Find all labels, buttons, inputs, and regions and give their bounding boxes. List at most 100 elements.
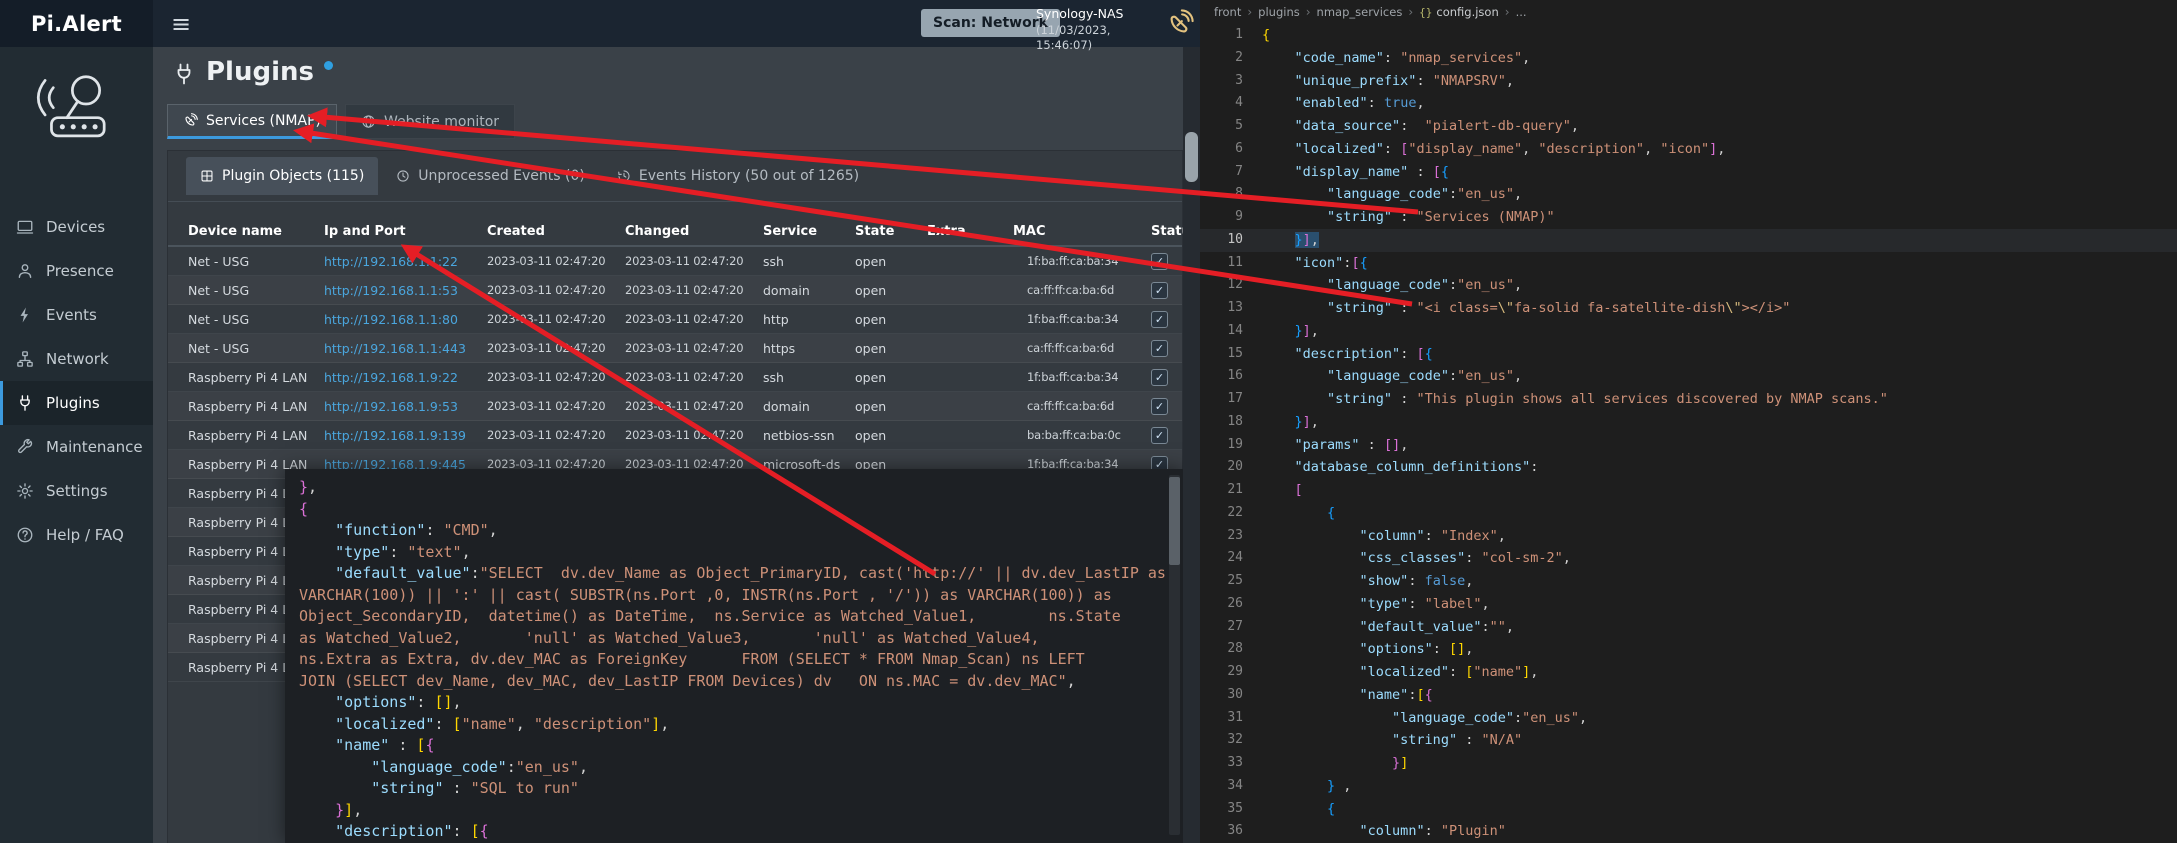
editor-line[interactable]: 7 "display_name" : [{ <box>1200 161 2177 184</box>
editor-line[interactable]: 29 "localized": ["name"], <box>1200 661 2177 684</box>
ip-port-link[interactable]: http://192.168.1.9:53 <box>324 399 458 414</box>
ip-port-link[interactable]: http://192.168.1.9:139 <box>324 428 466 443</box>
overlay-scrollbar-thumb[interactable] <box>1169 477 1180 565</box>
editor-line[interactable]: 10 }], <box>1200 229 2177 252</box>
status-checkbox[interactable]: ✓ <box>1151 398 1168 415</box>
ip-port-link[interactable]: http://192.168.1.1:22 <box>324 254 458 269</box>
page-scrollbar[interactable] <box>1183 47 1200 843</box>
editor-line[interactable]: 27 "default_value":"", <box>1200 616 2177 639</box>
ip-port-link[interactable]: http://192.168.1.9:22 <box>324 370 458 385</box>
editor-line[interactable]: 18 }], <box>1200 411 2177 434</box>
table-row[interactable]: Net - USGhttp://192.168.1.1:222023-03-11… <box>168 247 1182 276</box>
editor-line[interactable]: 9 "string" : "Services (NMAP)" <box>1200 206 2177 229</box>
editor-line[interactable]: 15 "description": [{ <box>1200 343 2177 366</box>
status-checkbox[interactable]: ✓ <box>1151 311 1168 328</box>
editor-line[interactable]: 6 "localized": ["display_name", "descrip… <box>1200 138 2177 161</box>
editor-pane[interactable]: front›plugins›nmap_services›{}config.jso… <box>1200 0 2177 843</box>
editor-line[interactable]: 8 "language_code":"en_us", <box>1200 183 2177 206</box>
device-name-cell: Raspberry Pi 4 LAN <box>188 428 324 443</box>
line-number: 15 <box>1200 343 1262 366</box>
breadcrumb-item-config-json[interactable]: {}config.json <box>1419 5 1499 19</box>
breadcrumb-item-plugins[interactable]: plugins <box>1258 5 1300 19</box>
status-checkbox[interactable]: ✓ <box>1151 369 1168 386</box>
ip-port-link[interactable]: http://192.168.1.1:443 <box>324 341 466 356</box>
editor-code[interactable]: 1{2 "code_name": "nmap_services",3 "uniq… <box>1200 24 2177 843</box>
subtab-plugin-objects-115[interactable]: Plugin Objects (115) <box>186 157 378 195</box>
sidebar-item-label: Network <box>46 350 109 368</box>
overlay-scrollbar[interactable] <box>1169 475 1180 835</box>
table-row[interactable]: Net - USGhttp://192.168.1.1:4432023-03-1… <box>168 334 1182 363</box>
code-line: "localized": ["name", "description"], <box>299 714 1157 736</box>
column-header-service[interactable]: Service <box>763 224 855 239</box>
sidebar-item-presence[interactable]: Presence <box>0 249 153 293</box>
editor-line[interactable]: 19 "params" : [], <box>1200 434 2177 457</box>
subtab-events-history-50-out-of-1265[interactable]: Events History (50 out of 1265) <box>603 157 873 195</box>
table-row[interactable]: Net - USGhttp://192.168.1.1:802023-03-11… <box>168 305 1182 334</box>
sidebar-item-plugins[interactable]: Plugins <box>0 381 153 425</box>
editor-line[interactable]: 1{ <box>1200 24 2177 47</box>
header-activity-icon[interactable] <box>1166 9 1194 37</box>
status-checkbox[interactable]: ✓ <box>1151 253 1168 270</box>
editor-line[interactable]: 5 "data_source": "pialert-db-query", <box>1200 115 2177 138</box>
tab-services-nmap[interactable]: Services (NMAP) <box>167 104 337 139</box>
sidebar-item-settings[interactable]: Settings <box>0 469 153 513</box>
editor-line[interactable]: 31 "language_code":"en_us", <box>1200 707 2177 730</box>
editor-line[interactable]: 34 } , <box>1200 775 2177 798</box>
table-row[interactable]: Net - USGhttp://192.168.1.1:532023-03-11… <box>168 276 1182 305</box>
code-line: "string" : "SQL to run" <box>299 778 1157 800</box>
column-header-created[interactable]: Created <box>487 224 625 239</box>
status-checkbox[interactable]: ✓ <box>1151 427 1168 444</box>
ip-port-link[interactable]: http://192.168.1.1:53 <box>324 283 458 298</box>
editor-line[interactable]: 14 }], <box>1200 320 2177 343</box>
page-scrollbar-thumb[interactable] <box>1185 132 1198 182</box>
editor-line[interactable]: 20 "database_column_definitions": <box>1200 456 2177 479</box>
editor-line[interactable]: 2 "code_name": "nmap_services", <box>1200 47 2177 70</box>
sidebar-item-devices[interactable]: Devices <box>0 205 153 249</box>
device-name-cell: Net - USG <box>188 254 324 269</box>
tab-website-monitor[interactable]: Website monitor <box>345 104 515 139</box>
line-number: 27 <box>1200 616 1262 639</box>
editor-line[interactable]: 13 "string" : "<i class=\"fa-solid fa-sa… <box>1200 297 2177 320</box>
sidebar-item-help-faq[interactable]: Help / FAQ <box>0 513 153 557</box>
editor-line[interactable]: 4 "enabled": true, <box>1200 92 2177 115</box>
editor-line[interactable]: 35 { <box>1200 798 2177 821</box>
editor-line[interactable]: 25 "show": false, <box>1200 570 2177 593</box>
ip-port-link[interactable]: http://192.168.1.1:80 <box>324 312 458 327</box>
editor-line[interactable]: 3 "unique_prefix": "NMAPSRV", <box>1200 70 2177 93</box>
editor-line[interactable]: 21 [ <box>1200 479 2177 502</box>
status-checkbox[interactable]: ✓ <box>1151 282 1168 299</box>
table-row[interactable]: Raspberry Pi 4 LANhttp://192.168.1.9:532… <box>168 392 1182 421</box>
column-header-extra[interactable]: Extra <box>927 224 1013 239</box>
column-header-ip-and-port[interactable]: Ip and Port <box>324 224 487 239</box>
editor-line[interactable]: 11 "icon":[{ <box>1200 252 2177 275</box>
editor-line[interactable]: 33 }] <box>1200 752 2177 775</box>
editor-line[interactable]: 36 "column": "Plugin" <box>1200 820 2177 843</box>
sidebar-item-maintenance[interactable]: Maintenance <box>0 425 153 469</box>
breadcrumb-item-nmap-services[interactable]: nmap_services <box>1317 5 1403 19</box>
breadcrumb-item-[interactable]: ... <box>1516 5 1527 19</box>
status-checkbox[interactable]: ✓ <box>1151 340 1168 357</box>
column-header-device-name[interactable]: Device name <box>188 224 324 239</box>
column-header-changed[interactable]: Changed <box>625 224 763 239</box>
editor-line[interactable]: 32 "string" : "N/A" <box>1200 729 2177 752</box>
editor-line[interactable]: 22 { <box>1200 502 2177 525</box>
editor-line[interactable]: 12 "language_code":"en_us", <box>1200 274 2177 297</box>
editor-line[interactable]: 24 "css_classes": "col-sm-2", <box>1200 547 2177 570</box>
table-row[interactable]: Raspberry Pi 4 LANhttp://192.168.1.9:139… <box>168 421 1182 450</box>
hamburger-menu-icon[interactable]: ≡ <box>160 0 202 47</box>
column-header-state[interactable]: State <box>855 224 927 239</box>
editor-line[interactable]: 30 "name":[{ <box>1200 684 2177 707</box>
editor-line[interactable]: 16 "language_code":"en_us", <box>1200 365 2177 388</box>
column-header-status[interactable]: Status <box>1151 224 1184 239</box>
column-header-mac[interactable]: MAC <box>1013 224 1151 239</box>
editor-line[interactable]: 17 "string" : "This plugin shows all ser… <box>1200 388 2177 411</box>
brand-logo[interactable]: Pi.Alert <box>0 0 153 47</box>
subtab-unprocessed-events-0[interactable]: Unprocessed Events (0) <box>382 157 599 195</box>
editor-line[interactable]: 28 "options": [], <box>1200 638 2177 661</box>
editor-line[interactable]: 26 "type": "label", <box>1200 593 2177 616</box>
editor-line[interactable]: 23 "column": "Index", <box>1200 525 2177 548</box>
breadcrumb-item-front[interactable]: front <box>1214 5 1241 19</box>
sidebar-item-network[interactable]: Network <box>0 337 153 381</box>
sidebar-item-events[interactable]: Events <box>0 293 153 337</box>
table-row[interactable]: Raspberry Pi 4 LANhttp://192.168.1.9:222… <box>168 363 1182 392</box>
